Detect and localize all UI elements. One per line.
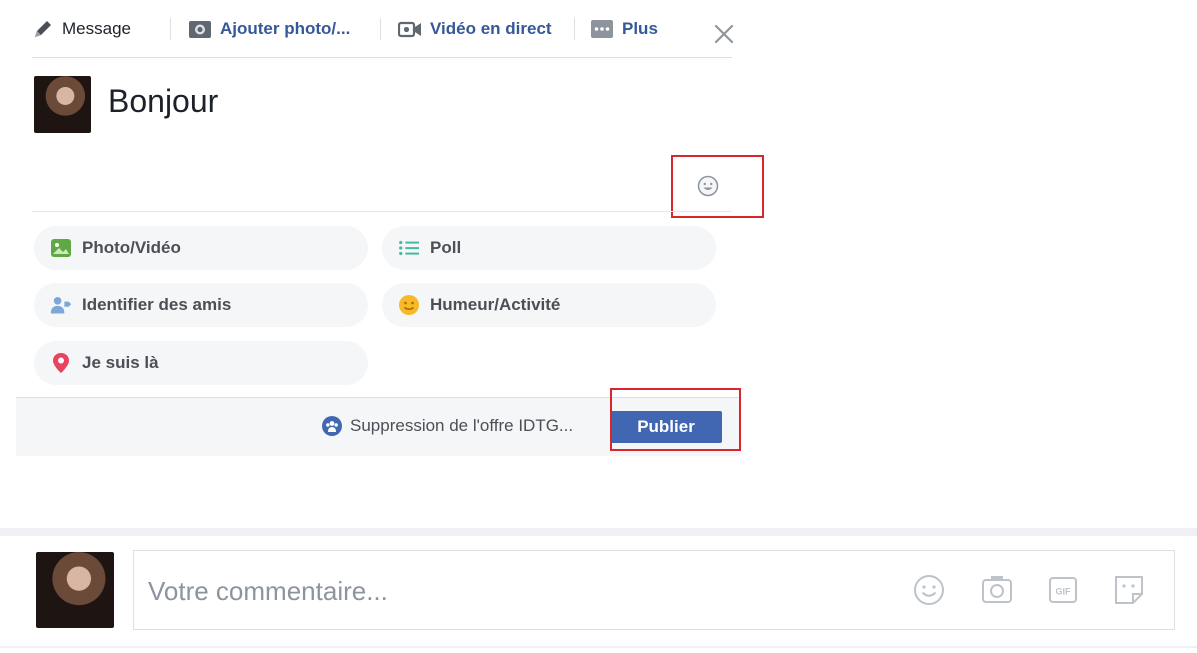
option-check-in-label: Je suis là: [82, 353, 159, 372]
svg-text:GIF: GIF: [1056, 587, 1072, 597]
tab-more[interactable]: Plus: [590, 16, 658, 42]
group-icon: [322, 416, 342, 436]
option-tag-friends[interactable]: Identifier des amis: [34, 283, 368, 327]
camera-icon: [189, 21, 211, 38]
comment-avatar: [36, 552, 114, 628]
tab-separator: [380, 18, 381, 40]
publish-highlight-box: [610, 388, 741, 451]
smiley-icon[interactable]: [912, 573, 946, 607]
location-pin-icon: [53, 353, 69, 373]
option-feeling-activity[interactable]: Humeur/Activité: [382, 283, 716, 327]
tag-friends-icon: [50, 296, 72, 314]
audience-label: Suppression de l'offre IDTG...: [350, 416, 574, 435]
option-feeling-activity-label: Humeur/Activité: [430, 295, 561, 314]
option-check-in[interactable]: Je suis là: [34, 341, 368, 385]
audience-selector[interactable]: Suppression de l'offre IDTG...: [322, 416, 573, 436]
tab-message[interactable]: Message: [32, 16, 131, 42]
post-text[interactable]: Bonjour: [108, 83, 218, 120]
tab-live-video[interactable]: Vidéo en direct: [398, 16, 552, 42]
camera-icon[interactable]: [980, 573, 1014, 607]
tab-separator: [574, 18, 575, 40]
option-poll[interactable]: Poll: [382, 226, 716, 270]
emoji-highlight-box: [671, 155, 764, 218]
avatar: [34, 76, 91, 133]
sticker-icon[interactable]: [1112, 573, 1146, 607]
option-poll-label: Poll: [430, 238, 462, 257]
divider: [32, 211, 732, 212]
photo-icon: [51, 239, 71, 257]
tab-add-photo-label: Ajouter photo/...: [220, 19, 351, 38]
video-camera-icon: [398, 21, 421, 38]
more-icon: [591, 20, 613, 38]
comment-area: GIF: [0, 528, 1197, 653]
list-icon: [399, 240, 420, 256]
gif-icon[interactable]: GIF: [1046, 573, 1080, 607]
option-photo-video[interactable]: Photo/Vidéo: [34, 226, 368, 270]
comment-bottom-strip: [0, 646, 1197, 648]
close-icon[interactable]: [712, 22, 736, 46]
tab-message-label: Message: [62, 19, 131, 38]
comment-top-strip: [0, 528, 1197, 536]
tab-live-video-label: Vidéo en direct: [430, 19, 552, 38]
comment-input[interactable]: [146, 551, 890, 631]
option-photo-video-label: Photo/Vidéo: [82, 238, 181, 257]
pencil-icon: [35, 21, 51, 37]
composer-tabs: Message Ajouter photo/... Vidéo en direc…: [32, 0, 734, 58]
post-composer: Message Ajouter photo/... Vidéo en direc…: [16, 0, 764, 456]
tab-separator: [170, 18, 171, 40]
option-tag-friends-label: Identifier des amis: [82, 295, 232, 314]
smiley-icon: [399, 295, 419, 315]
tab-add-photo[interactable]: Ajouter photo/...: [188, 16, 350, 42]
tab-more-label: Plus: [622, 19, 658, 38]
comment-box[interactable]: GIF: [133, 550, 1175, 631]
